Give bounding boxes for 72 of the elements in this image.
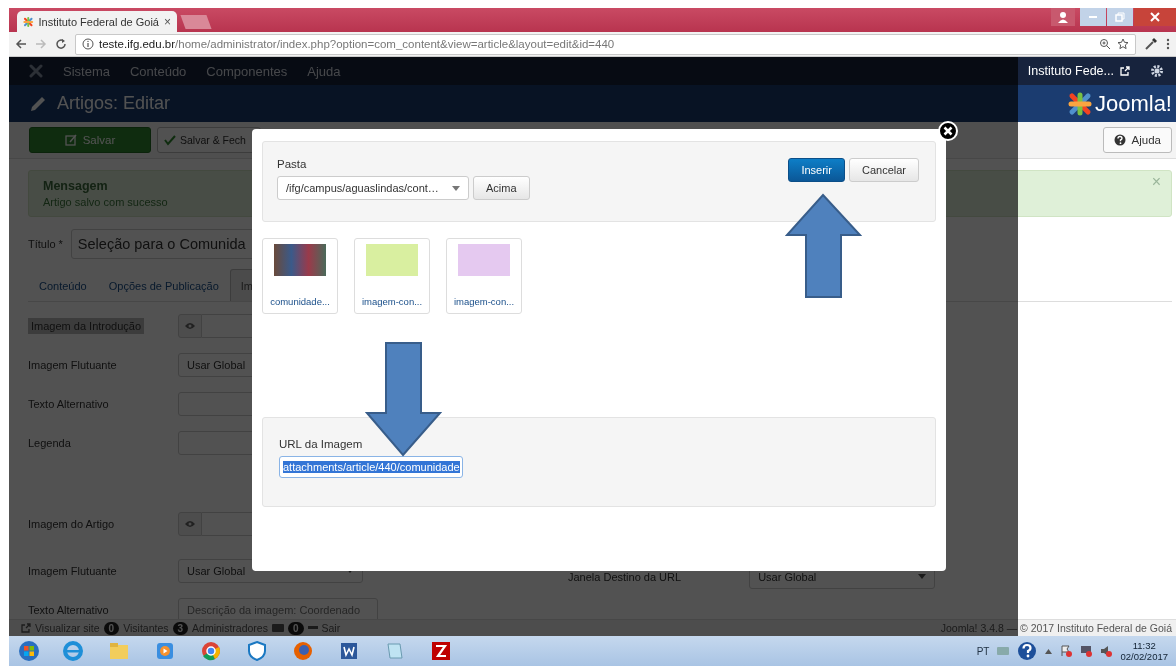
chrome-icon: [200, 640, 222, 662]
field-label: Imagem do Artigo: [28, 517, 115, 530]
address-bar[interactable]: teste.ifg.edu.br/home/administrator/index.php?option=com_content&view=article&layout=edit&id=440: [75, 33, 1136, 55]
count-badge: 0: [287, 621, 304, 635]
info-icon: [82, 38, 94, 50]
up-button[interactable]: Acima: [473, 176, 530, 200]
image-thumbnail[interactable]: imagem-con...: [446, 238, 522, 314]
title-label: Título *: [28, 238, 63, 250]
settings-icon[interactable]: [1150, 64, 1164, 78]
back-icon[interactable]: [15, 38, 27, 50]
close-icon[interactable]: [938, 121, 958, 141]
eye-icon: [184, 519, 196, 528]
external-link-icon: [21, 623, 31, 633]
close-icon: [1150, 12, 1160, 22]
insert-button[interactable]: Inserir: [788, 158, 845, 182]
cancel-button[interactable]: Cancelar: [848, 158, 919, 182]
count-badge: 3: [172, 621, 189, 635]
browser-tab[interactable]: Instituto Federal de Goiá ×: [17, 11, 177, 32]
field-label: Imagem Flutuante: [28, 358, 117, 371]
image-thumbnail[interactable]: imagem-con...: [354, 238, 430, 314]
browser-e-icon: [62, 640, 84, 662]
field-label: Texto Alternativo: [28, 603, 109, 616]
clock[interactable]: 11:32 02/02/2017: [1120, 640, 1168, 662]
image-name: imagem-con...: [453, 296, 515, 307]
folder-icon: [108, 640, 130, 662]
eyedropper-icon[interactable]: [1144, 37, 1158, 51]
field-label: Imagem Flutuante: [28, 564, 117, 577]
count-badge: 0: [103, 621, 120, 635]
play-icon: [154, 640, 176, 662]
external-link-icon: [1120, 66, 1130, 76]
field-label: Janela Destino da URL: [568, 570, 682, 583]
page-title: Artigos: Editar: [57, 93, 171, 114]
pencil-icon: [29, 94, 47, 113]
flag-icon[interactable]: [1060, 645, 1073, 657]
shield-icon: [246, 640, 268, 662]
help-icon[interactable]: [1017, 641, 1038, 661]
minimize-icon: [1089, 16, 1097, 18]
url-field[interactable]: attachments/article/440/comunidade: [279, 456, 463, 478]
field-label: Texto Alternativo: [28, 397, 109, 410]
menu-icon[interactable]: [1166, 37, 1170, 51]
photo-placeholder: [274, 244, 326, 276]
start-orb-icon: [18, 640, 40, 662]
filezilla-icon: [430, 640, 452, 662]
close-icon[interactable]: ×: [164, 14, 171, 29]
site-link[interactable]: Instituto Fede...: [1027, 64, 1130, 78]
image-thumbnail[interactable]: comunidade...: [262, 238, 338, 314]
restore-icon: [1115, 12, 1125, 22]
folder-label: Pasta: [277, 158, 308, 170]
network-icon[interactable]: [1080, 645, 1093, 657]
speaker-icon[interactable]: [1100, 645, 1113, 657]
eye-icon: [184, 321, 196, 330]
close-window-button[interactable]: [1134, 8, 1176, 26]
minus-icon: [307, 626, 318, 630]
notepad-icon: [384, 640, 406, 662]
firefox-icon: [292, 640, 314, 662]
help-button[interactable]: Ajuda: [1102, 127, 1172, 153]
url-text: teste.ifg.edu.br/home/administrator/index.php?option=com_content&view=article&layout=edit&id=440: [99, 38, 615, 50]
star-icon[interactable]: [1117, 38, 1129, 50]
reload-icon[interactable]: [55, 38, 67, 50]
language-indicator[interactable]: PT: [976, 645, 990, 657]
image-name: comunidade...: [270, 296, 330, 307]
help-icon: [1113, 134, 1126, 146]
image-name: imagem-con...: [361, 296, 423, 307]
field-label: Legenda: [28, 436, 71, 449]
checkmark-icon: [164, 134, 176, 146]
url-label: URL da Imagem: [279, 438, 363, 450]
joomla-logo: Joomla!: [1067, 90, 1172, 117]
edit-icon: [64, 134, 77, 146]
user-icon: [1057, 11, 1069, 23]
folder-select[interactable]: /ifg/campus/aguaslindas/cont…: [277, 176, 469, 200]
zoom-icon[interactable]: [1099, 38, 1111, 50]
document-w-icon: [338, 640, 360, 662]
